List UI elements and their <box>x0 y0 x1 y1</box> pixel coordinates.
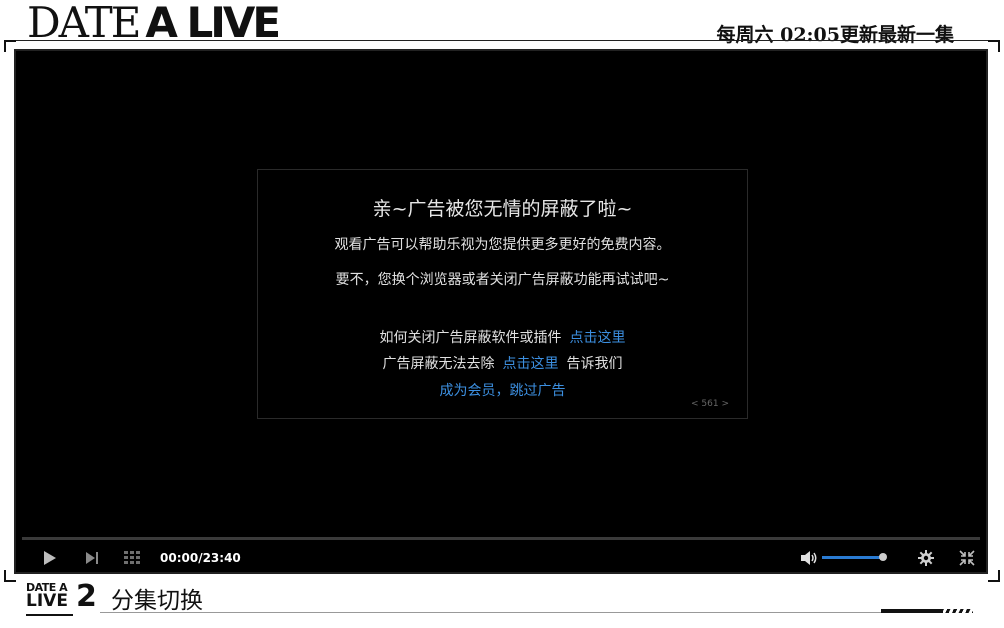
episode-switch-title[interactable]: 分集切换 <box>111 581 203 615</box>
become-vip-link[interactable]: 成为会员，跳过广告 <box>440 383 566 399</box>
adblock-report-suffix: 告诉我们 <box>566 356 623 372</box>
site-logo[interactable]: DATE A LIVE <box>27 2 281 44</box>
corner-decoration <box>988 40 1000 52</box>
adblock-message-1: 观看广告可以帮助乐视为您提供更多更好的免费内容。 <box>334 237 671 253</box>
time-display: 00:00/23:40 <box>160 551 241 565</box>
adblock-report-row: 广告屏蔽无法去除 点击这里 告诉我们 <box>258 353 747 373</box>
season-logo-bottom: LIVE <box>26 591 68 611</box>
fullscreen-button[interactable] <box>957 541 977 574</box>
season-logo-underline <box>26 614 73 616</box>
play-icon <box>44 550 56 565</box>
play-button[interactable] <box>40 541 60 574</box>
corner-decoration <box>988 570 1000 582</box>
season-logo: DATE A LIVE 2 <box>26 578 97 618</box>
fullscreen-icon <box>959 549 975 566</box>
adblock-title: 亲~广告被您无情的屏蔽了啦~ <box>372 198 633 220</box>
adblock-notice: 亲~广告被您无情的屏蔽了啦~ 观看广告可以帮助乐视为您提供更多更好的免费内容。 … <box>257 169 748 419</box>
ad-counter: < 561 > <box>691 399 729 409</box>
adblock-message-2: 要不，您换个浏览器或者关闭广告屏蔽功能再试试吧~ <box>335 272 670 288</box>
settings-button[interactable] <box>916 541 936 574</box>
page: DATE A LIVE 每周六 02:05更新最新一集 亲~广告被您无情的屏蔽了啦… <box>0 0 1004 628</box>
vip-row: 成为会员，跳过广告 <box>258 380 747 400</box>
gear-icon <box>918 549 934 566</box>
volume-slider[interactable] <box>822 553 887 561</box>
volume-button[interactable] <box>800 541 820 574</box>
playlist-button[interactable] <box>122 541 142 574</box>
footer-stripe-decoration <box>881 609 973 613</box>
control-bar: 00:00/23:40 <box>16 541 986 574</box>
footer-divider <box>100 612 894 613</box>
playlist-icon <box>124 550 140 564</box>
season-number: 2 <box>76 579 97 614</box>
next-episode-button[interactable] <box>82 541 102 574</box>
update-schedule: 每周六 02:05更新最新一集 <box>716 24 954 46</box>
adblock-help-link[interactable]: 点击这里 <box>570 330 626 346</box>
adblock-report-text: 广告屏蔽无法去除 <box>382 356 495 372</box>
volume-slider-handle[interactable] <box>879 553 887 561</box>
video-player[interactable]: 亲~广告被您无情的屏蔽了啦~ 观看广告可以帮助乐视为您提供更多更好的免费内容。 … <box>14 49 988 574</box>
adblock-help-row: 如何关闭广告屏蔽软件或插件 点击这里 <box>258 327 747 347</box>
adblock-report-link[interactable]: 点击这里 <box>503 356 559 372</box>
header-divider <box>4 40 1000 41</box>
adblock-help-text: 如何关闭广告屏蔽软件或插件 <box>379 330 562 346</box>
volume-icon <box>801 550 817 565</box>
progress-bar[interactable] <box>22 537 980 540</box>
next-icon <box>86 551 98 564</box>
